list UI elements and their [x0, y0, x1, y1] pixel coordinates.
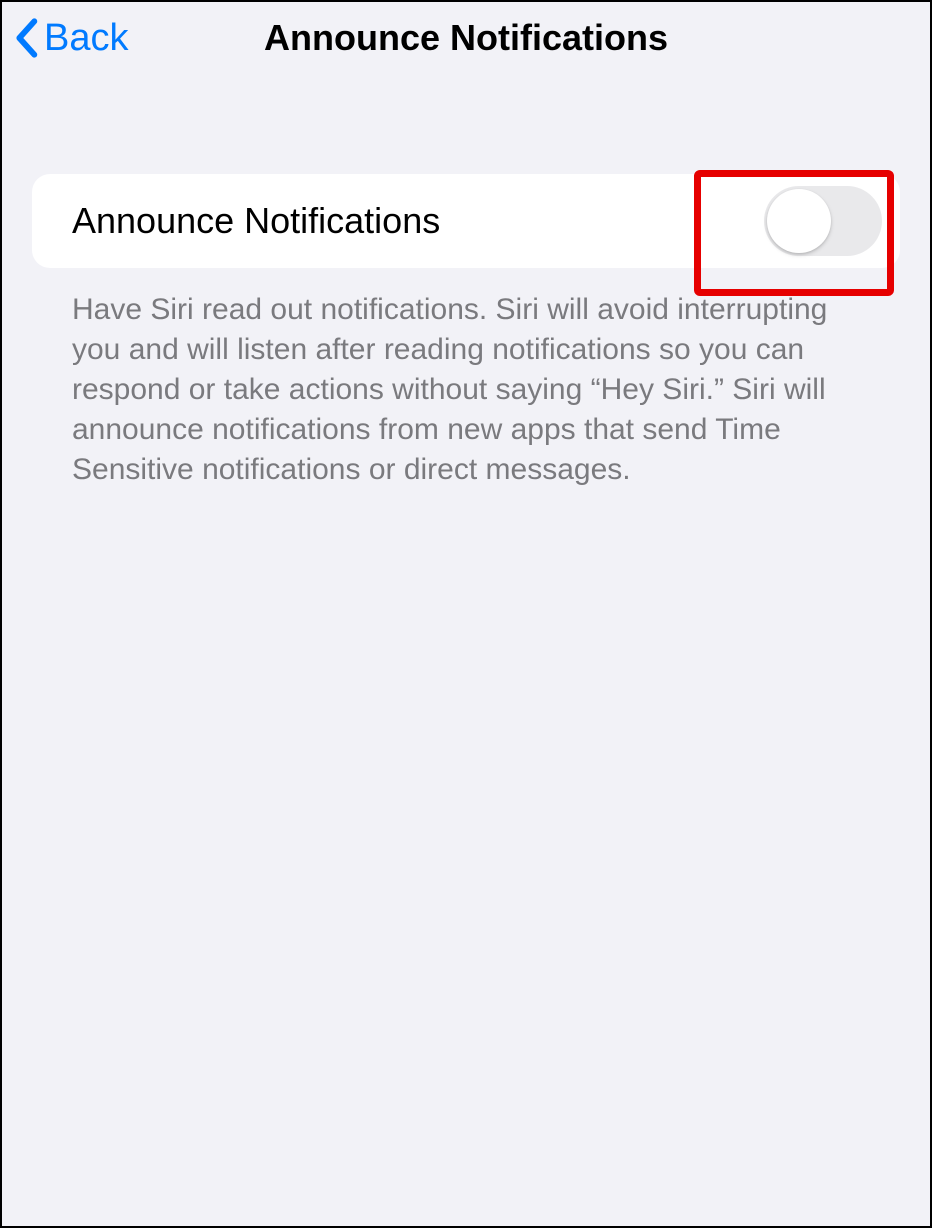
- announce-notifications-row: Announce Notifications: [32, 174, 900, 268]
- announce-notifications-toggle[interactable]: [764, 186, 882, 256]
- setting-description: Have Siri read out notifications. Siri w…: [2, 268, 930, 489]
- page-title: Announce Notifications: [264, 17, 668, 59]
- chevron-left-icon: [14, 18, 38, 58]
- back-button[interactable]: Back: [14, 17, 128, 60]
- toggle-knob: [767, 189, 831, 253]
- back-label: Back: [44, 17, 128, 60]
- content-area: Announce Notifications Have Siri read ou…: [2, 74, 930, 489]
- nav-bar: Back Announce Notifications: [2, 2, 930, 74]
- setting-label: Announce Notifications: [72, 200, 440, 242]
